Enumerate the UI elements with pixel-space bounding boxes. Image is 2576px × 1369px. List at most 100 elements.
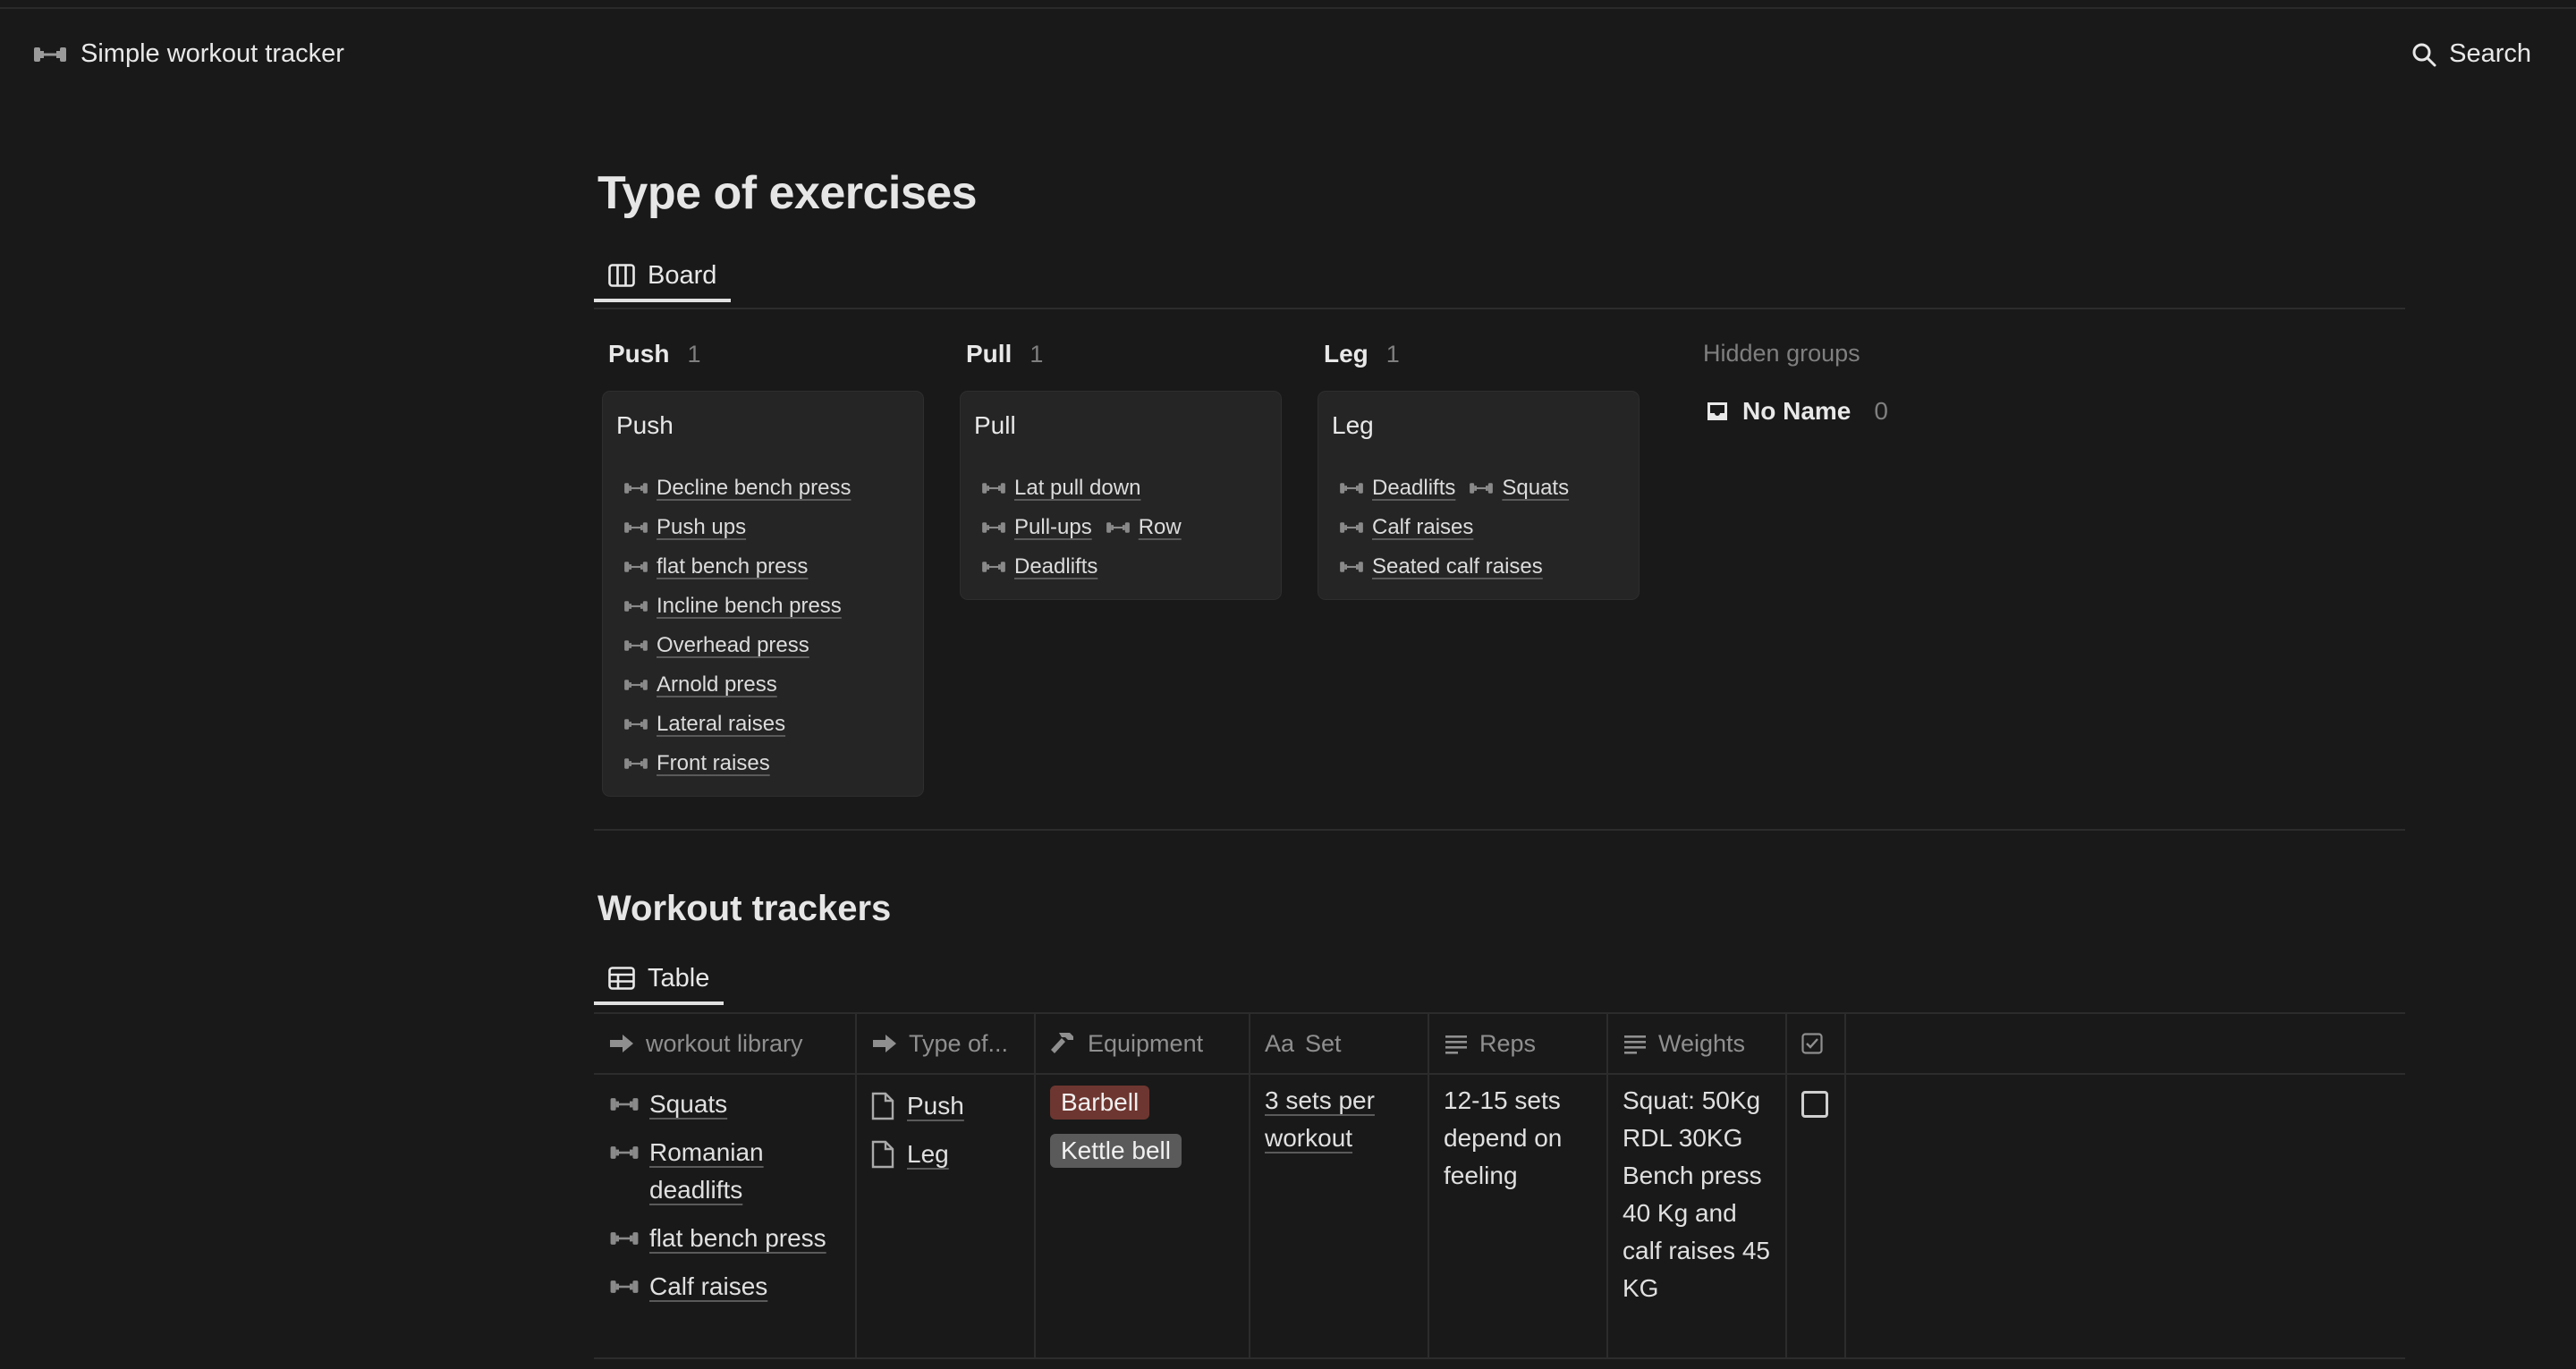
dumbbell-icon bbox=[1105, 519, 1131, 537]
card-relations: Deadlifts Squats Calf raises Seated calf ra… bbox=[1338, 469, 1630, 587]
inbox-icon bbox=[1705, 399, 1730, 424]
chip-row: Decline bench press bbox=[623, 469, 914, 508]
column-label: Equipment bbox=[1088, 1029, 1204, 1057]
relation-chip-label: Row bbox=[1138, 515, 1182, 539]
column-header-checkbox[interactable] bbox=[1787, 1014, 1846, 1073]
hammer-icon bbox=[1050, 1031, 1077, 1056]
relation-chip[interactable]: Front raises bbox=[623, 751, 770, 776]
relation-chip-label: Lat pull down bbox=[1014, 476, 1141, 500]
cell-checkbox[interactable] bbox=[1787, 1073, 1846, 1357]
dumbbell-icon bbox=[623, 479, 649, 497]
board-card-pull[interactable]: Pull Lat pull down Pull-ups Row Deadlifts bbox=[961, 392, 1281, 599]
column-label: Weights bbox=[1658, 1029, 1746, 1057]
text-lines-icon bbox=[1444, 1033, 1469, 1054]
cell-type-of[interactable]: Push Leg bbox=[857, 1073, 1036, 1357]
hidden-group-no-name[interactable]: No Name 0 bbox=[1705, 397, 1888, 426]
workout-relation-item[interactable]: Calf raises bbox=[608, 1268, 841, 1306]
table-header: workout library Type of... Equipment Aa … bbox=[594, 1012, 2405, 1075]
relation-chip[interactable]: flat bench press bbox=[623, 554, 808, 579]
board-card-push[interactable]: Push Decline bench press Push ups flat be… bbox=[603, 392, 923, 796]
chip-row: Calf raises bbox=[1338, 508, 1630, 547]
search-button[interactable]: Search bbox=[2411, 39, 2531, 69]
cell-equipment[interactable]: Barbell Kettle bell bbox=[1036, 1073, 1250, 1357]
equipment-tag[interactable]: Kettle bell bbox=[1050, 1134, 1182, 1168]
relation-chip[interactable]: Lateral raises bbox=[623, 712, 785, 737]
type-relation-item[interactable]: Push bbox=[871, 1082, 1020, 1130]
card-title: Leg bbox=[1332, 411, 1374, 439]
relation-chip-label: Deadlifts bbox=[1372, 476, 1456, 500]
table-title: Workout trackers bbox=[597, 889, 892, 928]
dumbbell-icon bbox=[32, 42, 68, 67]
cell-reps[interactable]: 12-15 sets depend on feeling bbox=[1429, 1073, 1608, 1357]
group-header-push[interactable]: Push 1 bbox=[608, 340, 701, 368]
dumbbell-icon bbox=[1468, 479, 1495, 497]
relation-chip[interactable]: Deadlifts bbox=[980, 554, 1097, 579]
workout-relation-item[interactable]: Romanian deadlifts bbox=[608, 1134, 841, 1209]
workout-name: Squats bbox=[649, 1090, 728, 1118]
chip-row: Pull-ups Row bbox=[980, 508, 1272, 547]
tab-board[interactable]: Board bbox=[594, 250, 732, 302]
page-icon bbox=[871, 1140, 894, 1169]
dumbbell-icon bbox=[980, 519, 1007, 537]
relation-chip[interactable]: Row bbox=[1105, 515, 1182, 540]
workout-relation-item[interactable]: Squats bbox=[608, 1086, 841, 1123]
cell-weights[interactable]: Squat: 50Kg RDL 30KG Bench press 40 Kg a… bbox=[1608, 1073, 1787, 1357]
column-header-weights[interactable]: Weights bbox=[1608, 1014, 1787, 1073]
relation-chip[interactable]: Calf raises bbox=[1338, 515, 1473, 540]
relation-chip-label: Pull-ups bbox=[1014, 515, 1092, 539]
relation-chip[interactable]: Lat pull down bbox=[980, 476, 1140, 501]
column-label: Type of... bbox=[909, 1029, 1009, 1057]
equipment-tag-wrapper: Barbell bbox=[1050, 1082, 1234, 1130]
relation-chip[interactable]: Overhead press bbox=[623, 633, 809, 658]
table-view-icon bbox=[608, 967, 635, 990]
breadcrumb[interactable]: Simple workout tracker bbox=[32, 39, 344, 69]
relation-chip-label: Overhead press bbox=[657, 633, 809, 657]
cell-workout-library[interactable]: Squats Romanian deadlifts flat bench pres… bbox=[594, 1073, 857, 1357]
relation-chip-label: Deadlifts bbox=[1014, 554, 1098, 579]
relation-chip-label: Push ups bbox=[657, 515, 747, 539]
column-header-equipment[interactable]: Equipment bbox=[1036, 1014, 1250, 1073]
dumbbell-icon bbox=[623, 519, 649, 537]
row-checkbox[interactable] bbox=[1801, 1091, 1828, 1118]
text-lines-icon bbox=[1623, 1033, 1648, 1054]
dumbbell-icon bbox=[980, 479, 1007, 497]
checkbox-property-icon bbox=[1801, 1033, 1823, 1054]
card-title: Push bbox=[616, 411, 674, 439]
column-label: Reps bbox=[1479, 1029, 1537, 1057]
chip-row: Lat pull down bbox=[980, 469, 1272, 508]
relation-chip-label: flat bench press bbox=[657, 554, 809, 579]
relation-chip[interactable]: Arnold press bbox=[623, 672, 777, 697]
relation-chip[interactable]: Incline bench press bbox=[623, 594, 842, 619]
column-header-type-of[interactable]: Type of... bbox=[857, 1014, 1036, 1073]
search-label: Search bbox=[2449, 39, 2531, 68]
no-name-count: 0 bbox=[1874, 397, 1888, 425]
relation-chip[interactable]: Seated calf raises bbox=[1338, 554, 1543, 579]
cell-set[interactable]: 3 sets per workout bbox=[1250, 1073, 1429, 1357]
relation-chip[interactable]: Deadlifts bbox=[1338, 476, 1455, 501]
group-header-pull[interactable]: Pull 1 bbox=[966, 340, 1043, 368]
table-row[interactable]: Squats Romanian deadlifts flat bench pres… bbox=[594, 1073, 2405, 1359]
column-header-set[interactable]: Aa Set bbox=[1250, 1014, 1429, 1073]
relation-chip[interactable]: Decline bench press bbox=[623, 476, 851, 501]
dumbbell-icon bbox=[608, 1094, 640, 1115]
dumbbell-icon bbox=[623, 637, 649, 655]
column-label: workout library bbox=[646, 1029, 803, 1057]
set-value[interactable]: 3 sets per workout bbox=[1265, 1086, 1375, 1152]
chip-row: Deadlifts Squats bbox=[1338, 469, 1630, 508]
column-header-workout-library[interactable]: workout library bbox=[594, 1014, 857, 1073]
workout-relation-item[interactable]: flat bench press bbox=[608, 1220, 841, 1257]
group-header-leg[interactable]: Leg 1 bbox=[1324, 340, 1400, 368]
relation-chip[interactable]: Push ups bbox=[623, 515, 746, 540]
tab-table[interactable]: Table bbox=[594, 953, 724, 1005]
relation-chip[interactable]: Pull-ups bbox=[980, 515, 1092, 540]
group-name: Pull bbox=[966, 340, 1013, 368]
type-relation-item[interactable]: Leg bbox=[871, 1130, 1020, 1179]
board-card-leg[interactable]: Leg Deadlifts Squats Calf raises Seated cal… bbox=[1318, 392, 1639, 599]
column-header-reps[interactable]: Reps bbox=[1429, 1014, 1608, 1073]
equipment-tag[interactable]: Barbell bbox=[1050, 1086, 1150, 1120]
dumbbell-icon bbox=[980, 558, 1007, 576]
tab-table-label: Table bbox=[648, 963, 710, 993]
relation-chip[interactable]: Squats bbox=[1468, 476, 1569, 501]
relation-chip-label: Incline bench press bbox=[657, 594, 842, 618]
type-name: Push bbox=[907, 1092, 964, 1120]
